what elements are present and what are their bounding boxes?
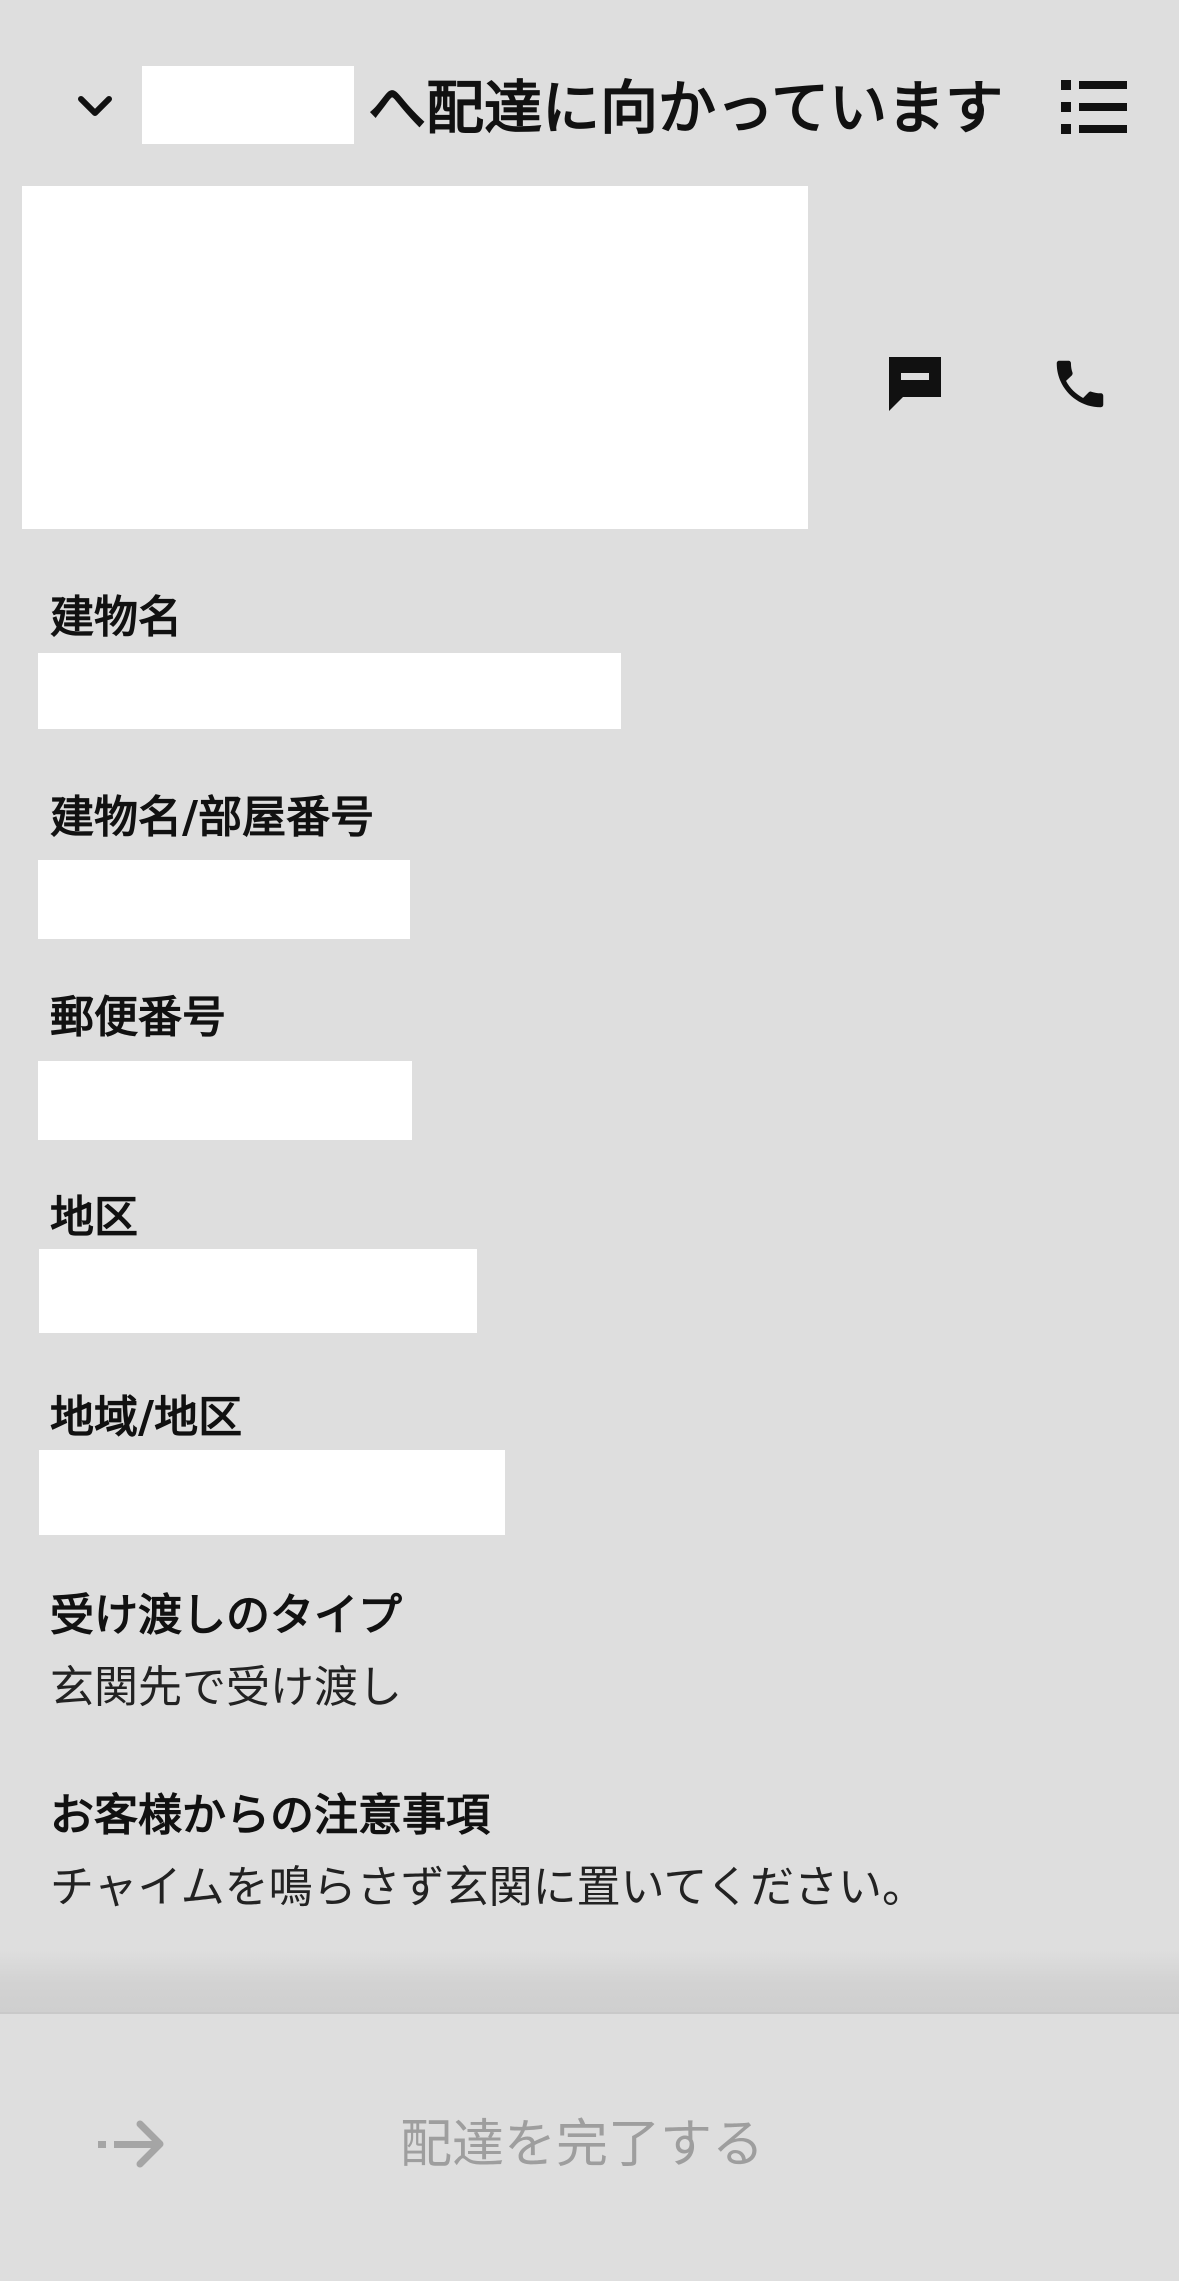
customer-notes-label: お客様からの注意事項 [50,1790,490,1841]
sheet-divider [0,1950,1179,2014]
collapse-button[interactable] [66,82,124,132]
building-room-value-redacted [38,860,410,939]
delivery-screen: へ配達に向かっています 建物名 建物名/部屋番号 郵便番号 地区 地域/地区 受… [0,0,1179,2281]
complete-delivery-button[interactable]: 配達を完了する [0,2090,1179,2200]
postal-code-label: 郵便番号 [50,992,226,1043]
message-icon [889,357,941,411]
building-name-label: 建物名 [50,592,182,643]
phone-icon [1056,360,1104,408]
arrow-right-icon [98,2120,164,2168]
call-button[interactable] [1040,344,1120,424]
header: へ配達に向かっています [0,0,1179,185]
postal-code-value-redacted [38,1061,412,1140]
complete-delivery-label: 配達を完了する [400,2115,765,2175]
region-district-label: 地域/地区 [50,1392,243,1443]
list-menu-icon [1061,80,1127,134]
handoff-type-label: 受け渡しのタイプ [50,1590,402,1641]
district-value-redacted [39,1249,477,1333]
chevron-down-icon [78,96,112,116]
building-room-label: 建物名/部屋番号 [50,792,375,843]
message-button[interactable] [875,344,955,424]
customer-notes-value: チャイムを鳴らさず玄関に置いてください。 [50,1862,927,1913]
region-district-value-redacted [39,1450,505,1535]
building-name-value-redacted [38,653,621,729]
customer-name-redacted [142,66,354,144]
handoff-type-value: 玄関先で受け渡し [50,1662,402,1713]
district-label: 地区 [50,1192,138,1243]
menu-button[interactable] [1055,76,1131,138]
header-title: へ配達に向かっています [368,74,1004,142]
address-redacted [22,186,808,529]
